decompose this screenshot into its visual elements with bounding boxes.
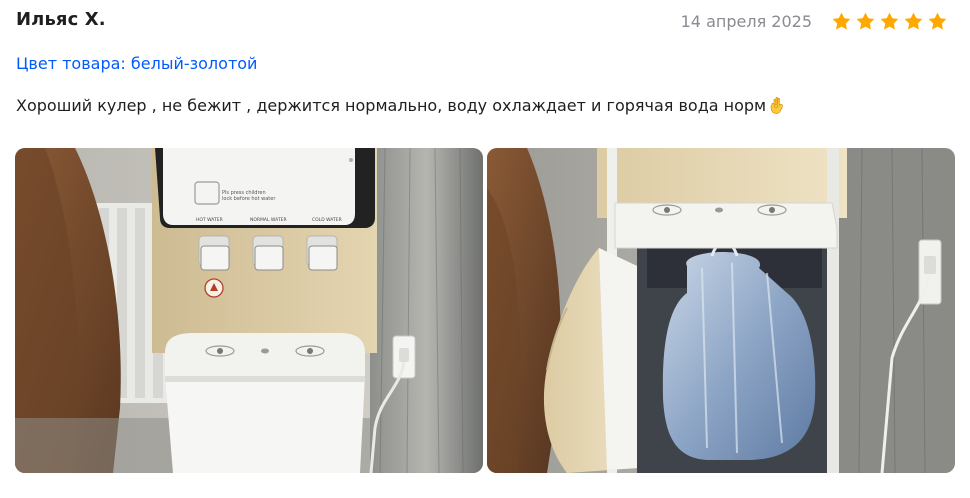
- svg-text:HOT WATER: HOT WATER: [196, 217, 223, 223]
- review-photo-1[interactable]: Pls press children lock before hot water…: [15, 148, 483, 473]
- star-icon: [928, 12, 947, 30]
- ok-hand-emoji-icon: [770, 96, 783, 114]
- svg-text:COLD WATER: COLD WATER: [312, 217, 342, 223]
- review-author[interactable]: Ильяс Х.: [16, 9, 106, 30]
- star-icon: [832, 12, 851, 30]
- product-variant-link[interactable]: Цвет товара: белый-золотой: [16, 54, 257, 73]
- review-date: 14 апреля 2025: [680, 12, 812, 31]
- svg-text:NORMAL WATER: NORMAL WATER: [250, 217, 287, 223]
- star-icon: [880, 12, 899, 30]
- review-body: Хороший кулер , не бежит , держится норм…: [16, 96, 767, 115]
- variant-label: Цвет товара:: [16, 54, 126, 73]
- review-photo-2[interactable]: [487, 148, 955, 473]
- star-icon: [904, 12, 923, 30]
- svg-text:lock before hot water: lock before hot water: [222, 196, 276, 202]
- rating-stars: [831, 11, 948, 32]
- water-cooler-photo-front: Pls press children lock before hot water…: [15, 148, 483, 473]
- water-cooler-photo-open-cabinet: [487, 148, 955, 473]
- star-icon: [856, 12, 875, 30]
- review-text: Хороший кулер , не бежит , держится норм…: [16, 96, 786, 115]
- variant-value: белый-золотой: [130, 54, 258, 73]
- review-card: Ильяс Х. 14 апреля 2025 Цвет товара: бел…: [0, 0, 970, 498]
